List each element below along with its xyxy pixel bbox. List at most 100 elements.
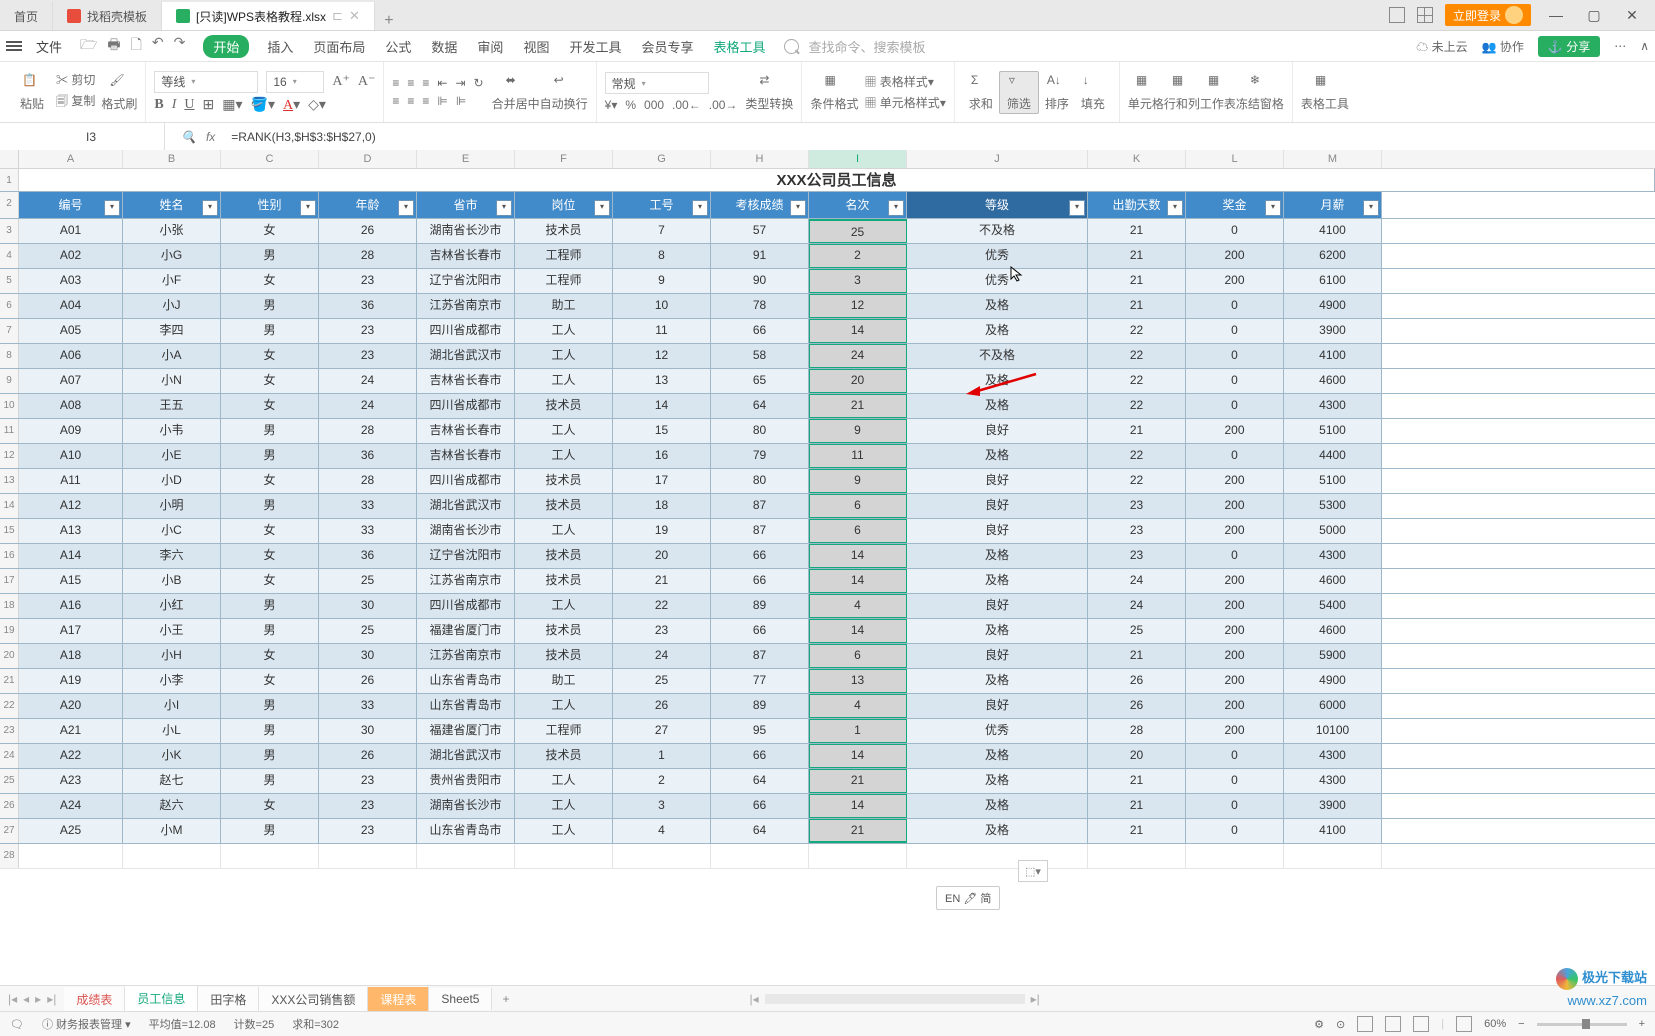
cell[interactable]: 工人: [515, 319, 613, 343]
more-icon[interactable]: ⋯: [1614, 39, 1626, 53]
apps-icon[interactable]: [1417, 7, 1433, 23]
cell[interactable]: A24: [19, 794, 123, 818]
cell[interactable]: 4400: [1284, 444, 1382, 468]
cell[interactable]: 工人: [515, 519, 613, 543]
cell[interactable]: 26: [319, 669, 417, 693]
cell[interactable]: 21: [1088, 644, 1186, 668]
cell[interactable]: 小王: [123, 619, 221, 643]
cell[interactable]: [1284, 844, 1382, 868]
cell[interactable]: 14: [809, 744, 907, 768]
cell[interactable]: 湖南省长沙市: [417, 794, 515, 818]
cell[interactable]: A10: [19, 444, 123, 468]
cell[interactable]: 0: [1186, 369, 1284, 393]
format-painter-button[interactable]: 🖌格式刷: [101, 73, 137, 112]
cell[interactable]: A02: [19, 244, 123, 268]
cell[interactable]: 工程师: [515, 269, 613, 293]
cell[interactable]: 小N: [123, 369, 221, 393]
cell[interactable]: 22: [1088, 444, 1186, 468]
theme-color-icon[interactable]: ◇▾: [308, 97, 326, 114]
justify-icon[interactable]: ⊫: [456, 94, 466, 108]
cell[interactable]: [809, 844, 907, 868]
col-B[interactable]: B: [123, 150, 221, 168]
cell[interactable]: 9: [809, 419, 907, 443]
cell[interactable]: 30: [319, 644, 417, 668]
cell[interactable]: 工人: [515, 694, 613, 718]
cell[interactable]: 14: [809, 319, 907, 343]
cell[interactable]: 200: [1186, 594, 1284, 618]
column-header[interactable]: 出勤天数▾: [1088, 192, 1186, 218]
cell[interactable]: 6: [809, 519, 907, 543]
filter-dropdown-icon[interactable]: ▾: [1167, 200, 1183, 216]
sheet-tab[interactable]: 员工信息: [125, 986, 198, 1013]
cell[interactable]: A11: [19, 469, 123, 493]
cell[interactable]: 64: [711, 819, 809, 843]
cell[interactable]: 0: [1186, 294, 1284, 318]
cell[interactable]: 23: [1088, 519, 1186, 543]
redo-icon[interactable]: ↷: [174, 34, 186, 58]
align-center-icon[interactable]: ≡: [407, 94, 414, 108]
cell[interactable]: 0: [1186, 744, 1284, 768]
cell[interactable]: 23: [319, 819, 417, 843]
reading-view-icon[interactable]: [1456, 1016, 1472, 1032]
cell[interactable]: 赵六: [123, 794, 221, 818]
percent-icon[interactable]: %: [625, 98, 636, 112]
rowcol-button[interactable]: ▦行和列: [1164, 73, 1200, 112]
cell[interactable]: 小I: [123, 694, 221, 718]
cell[interactable]: 江苏省南京市: [417, 569, 515, 593]
cell[interactable]: 23: [319, 269, 417, 293]
col-F[interactable]: F: [515, 150, 613, 168]
cell[interactable]: 及格: [907, 769, 1088, 793]
cell[interactable]: 4300: [1284, 394, 1382, 418]
cell[interactable]: 21: [809, 819, 907, 843]
cell[interactable]: 200: [1186, 469, 1284, 493]
col-A[interactable]: A: [19, 150, 123, 168]
select-all-corner[interactable]: [0, 150, 19, 168]
cell[interactable]: 27: [613, 719, 711, 743]
cell[interactable]: 4300: [1284, 544, 1382, 568]
cell[interactable]: A15: [19, 569, 123, 593]
cell[interactable]: 77: [711, 669, 809, 693]
cell[interactable]: 男: [221, 419, 319, 443]
cell[interactable]: A20: [19, 694, 123, 718]
cell[interactable]: 优秀: [907, 269, 1088, 293]
filter-button[interactable]: ▿筛选: [999, 71, 1039, 114]
cell[interactable]: A22: [19, 744, 123, 768]
fill-color-icon[interactable]: 🪣▾: [251, 97, 275, 114]
column-header[interactable]: 名次▾: [809, 192, 907, 218]
scroll-left-icon[interactable]: |◂: [749, 992, 758, 1006]
cell[interactable]: 良好: [907, 594, 1088, 618]
cell[interactable]: 湖北省武汉市: [417, 344, 515, 368]
filter-dropdown-icon[interactable]: ▾: [1069, 200, 1085, 216]
filter-dropdown-icon[interactable]: ▾: [1265, 200, 1281, 216]
menu-start[interactable]: 开始: [203, 35, 249, 58]
cell[interactable]: 22: [1088, 369, 1186, 393]
cells-button[interactable]: ▦单元格: [1128, 73, 1164, 112]
cell[interactable]: 6100: [1284, 269, 1382, 293]
cell[interactable]: A04: [19, 294, 123, 318]
cell[interactable]: 65: [711, 369, 809, 393]
cell[interactable]: 11: [809, 444, 907, 468]
cell-style-button[interactable]: ▦ 单元格样式▾: [864, 94, 945, 111]
cell[interactable]: 李四: [123, 319, 221, 343]
minimize-button[interactable]: —: [1543, 7, 1569, 23]
cell[interactable]: 山东省青岛市: [417, 819, 515, 843]
cell[interactable]: 0: [1186, 444, 1284, 468]
cell[interactable]: 14: [809, 794, 907, 818]
cell[interactable]: 24: [1088, 569, 1186, 593]
column-header[interactable]: 编号▾: [19, 192, 123, 218]
cell[interactable]: 16: [613, 444, 711, 468]
cell[interactable]: 24: [613, 644, 711, 668]
cell[interactable]: 200: [1186, 419, 1284, 443]
ime-indicator[interactable]: EN 🖊 简: [936, 886, 1000, 910]
cell[interactable]: 20: [809, 369, 907, 393]
tab-workbook[interactable]: [只读]WPS表格教程.xlsx⊏✕: [162, 2, 375, 30]
sheet-tab[interactable]: 课程表: [368, 987, 429, 1012]
filter-dropdown-icon[interactable]: ▾: [496, 200, 512, 216]
sheet-tab[interactable]: Sheet5: [429, 988, 492, 1010]
col-H[interactable]: H: [711, 150, 809, 168]
cell[interactable]: 4: [613, 819, 711, 843]
cloud-status[interactable]: ☁ 未上云: [1416, 38, 1467, 55]
sheet-tab[interactable]: 田字格: [198, 987, 259, 1012]
cell[interactable]: 男: [221, 594, 319, 618]
cell[interactable]: 26: [1088, 694, 1186, 718]
